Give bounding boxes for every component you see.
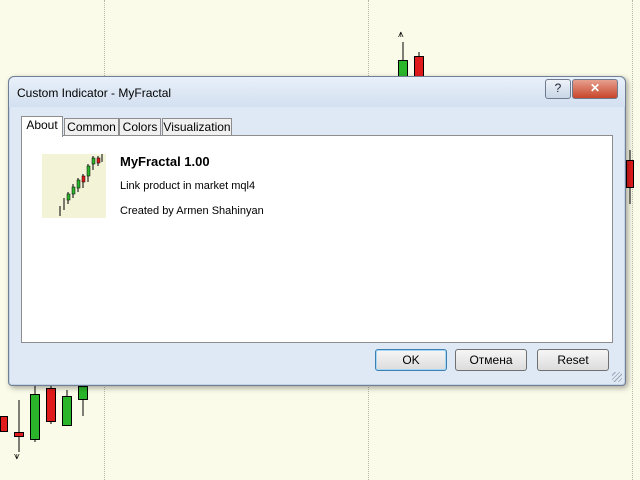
ok-button[interactable]: OK — [375, 349, 447, 371]
about-panel: MyFractal 1.00 Link product in market mq… — [21, 135, 613, 343]
dialog-title: Custom Indicator - MyFractal — [17, 86, 172, 100]
custom-indicator-dialog: Custom Indicator - MyFractal ? ✕ About C… — [8, 76, 626, 386]
help-button[interactable]: ? — [545, 79, 571, 99]
fractal-down-arrow-icon: ⩛ — [14, 451, 20, 462]
product-link-text: Link product in market mql4 — [120, 180, 256, 192]
fractal-up-arrow-icon: ⩚ — [398, 29, 404, 40]
product-author: Created by Armen Shahinyan — [120, 205, 264, 217]
resize-grip-icon[interactable] — [612, 372, 622, 382]
close-icon: ✕ — [589, 81, 601, 95]
cancel-button[interactable]: Отмена — [455, 349, 527, 371]
product-thumbnail — [42, 154, 106, 218]
candle — [14, 400, 24, 452]
candle — [62, 390, 72, 426]
candle — [46, 384, 56, 424]
product-name: MyFractal 1.00 — [120, 154, 210, 169]
grid-line — [632, 0, 633, 480]
candle — [0, 416, 8, 432]
candle — [78, 384, 88, 416]
tab-common[interactable]: Common — [64, 118, 119, 136]
close-button[interactable]: ✕ — [572, 79, 618, 99]
title-bar[interactable]: Custom Indicator - MyFractal ? ✕ — [9, 77, 625, 107]
reset-button[interactable]: Reset — [537, 349, 609, 371]
tab-visualization[interactable]: Visualization — [162, 118, 232, 136]
candle — [626, 150, 634, 204]
candle — [30, 384, 40, 442]
tab-about[interactable]: About — [21, 116, 63, 137]
tab-colors[interactable]: Colors — [119, 118, 161, 136]
